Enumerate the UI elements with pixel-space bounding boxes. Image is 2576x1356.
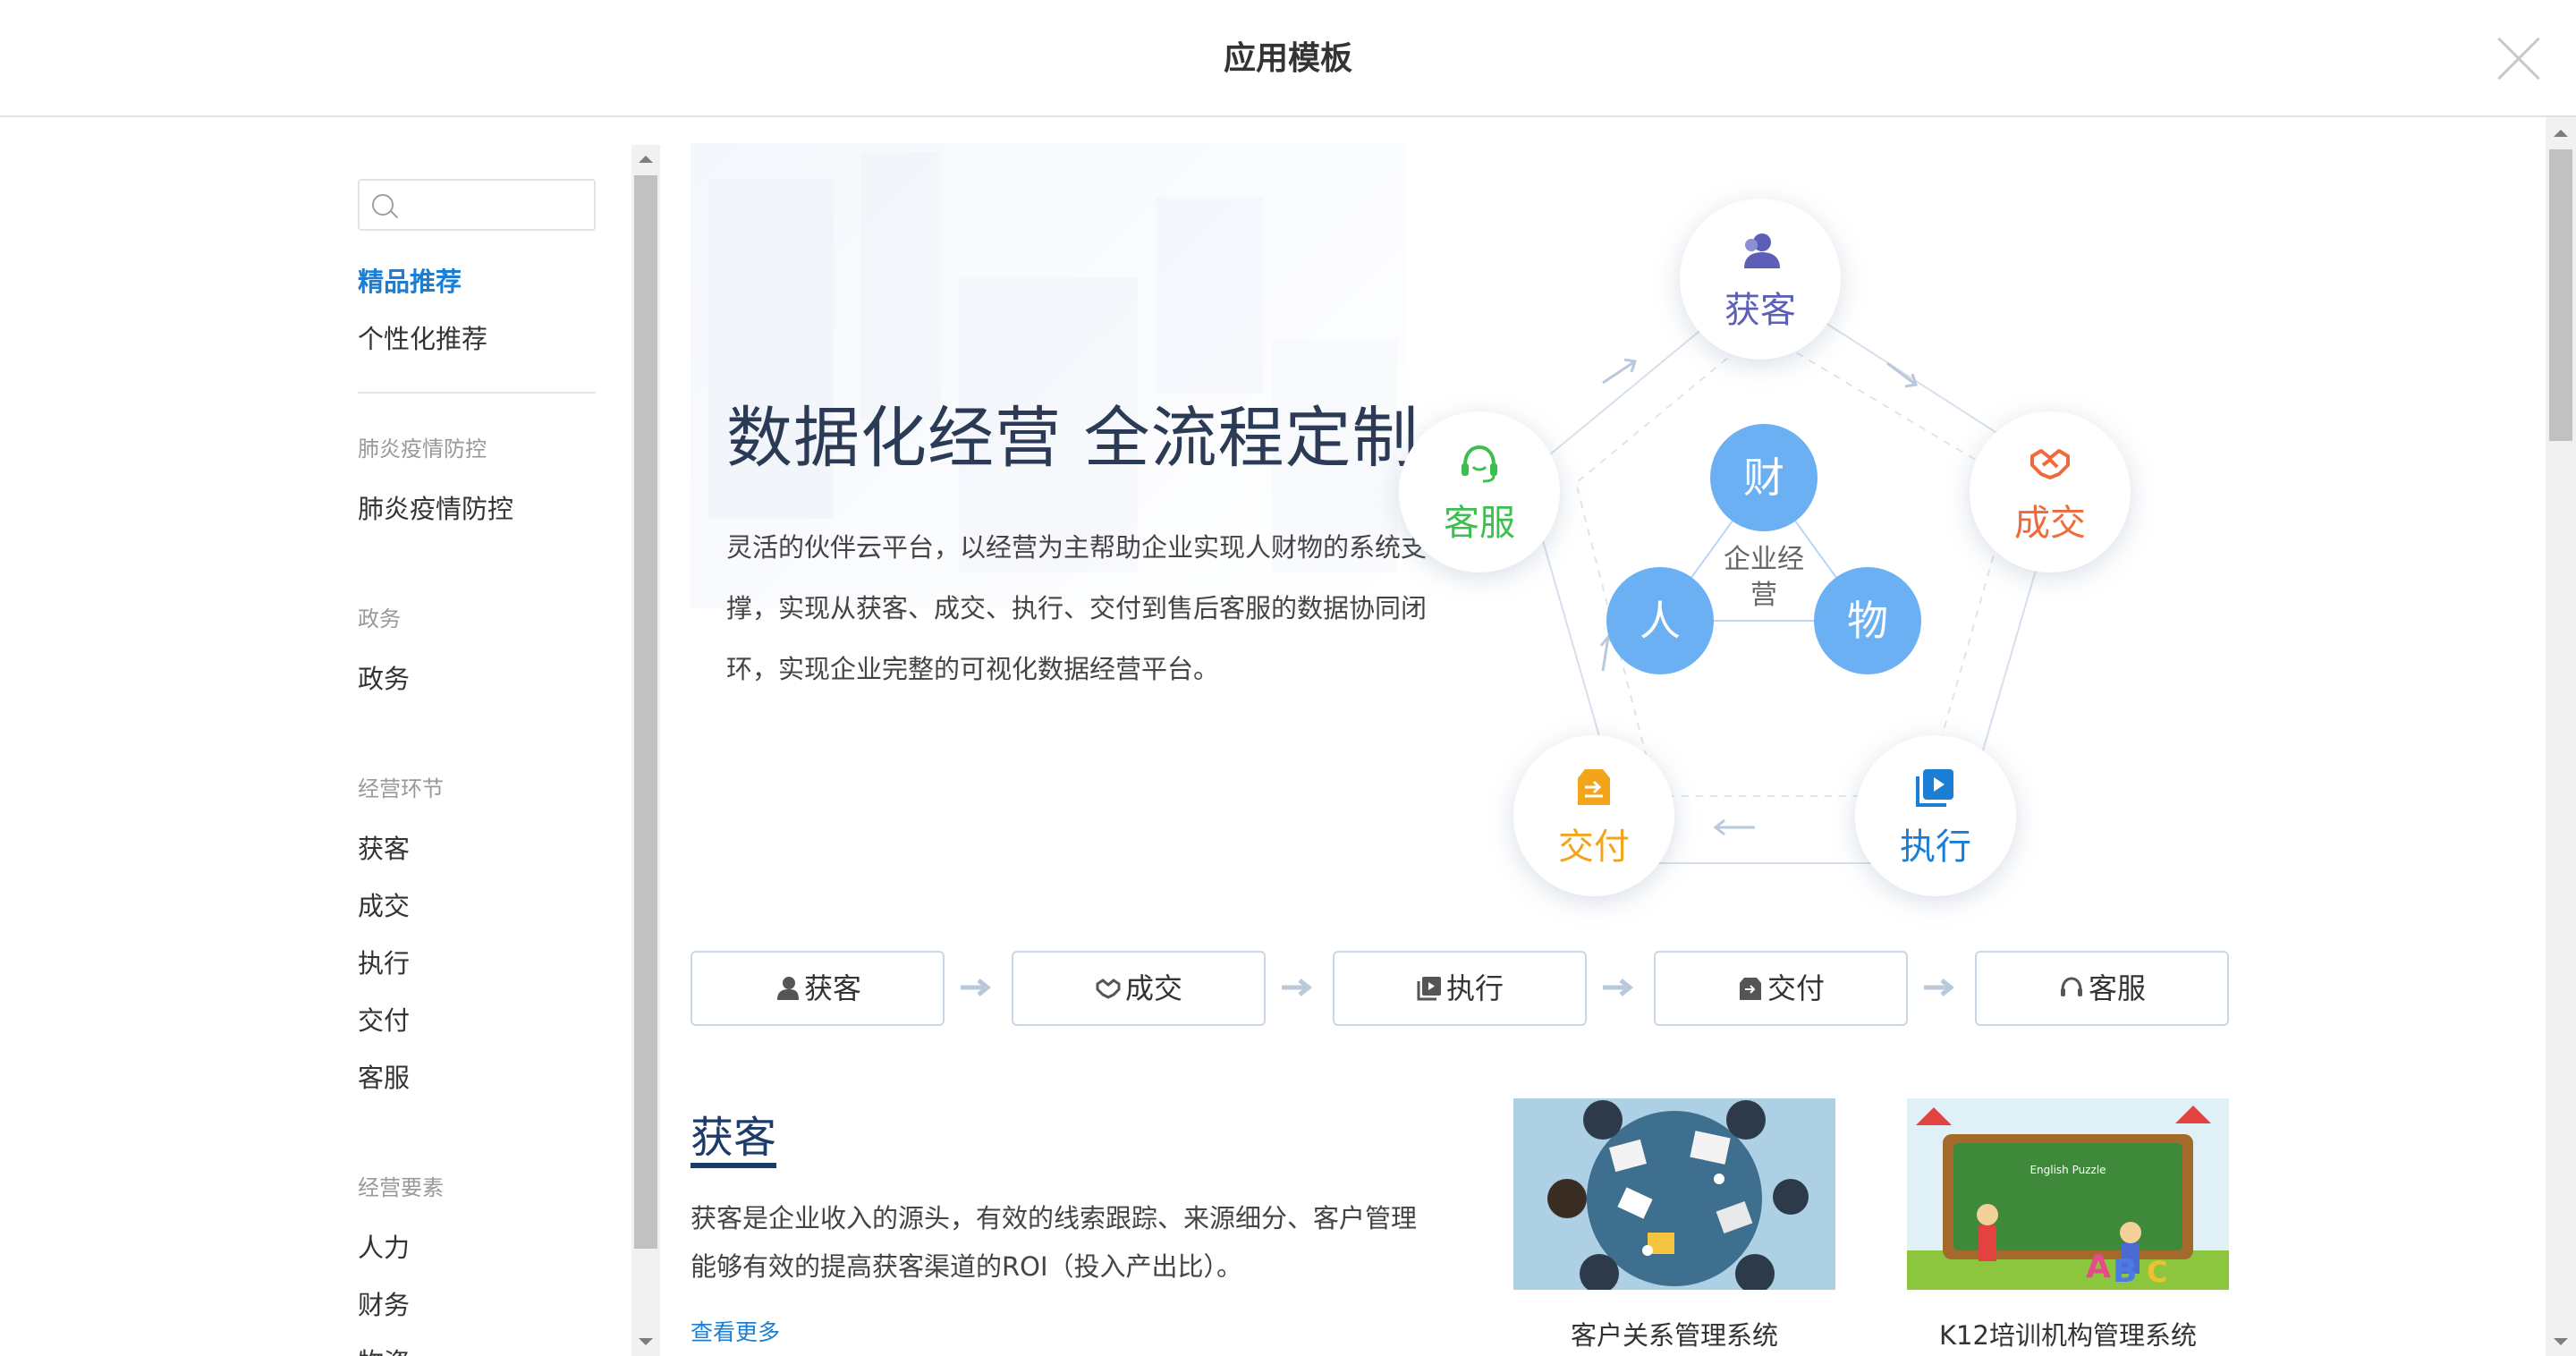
k12-image-text: English Puzzle (2029, 1164, 2106, 1176)
cycle-label: 执行 (1900, 826, 1971, 868)
box-icon (1739, 978, 1761, 1000)
sidebar-scrollbar[interactable] (631, 145, 660, 1356)
step-label: 获客 (803, 971, 861, 1005)
sidebar-item-finance[interactable]: 财务 (358, 1284, 410, 1322)
svg-text:A: A (2086, 1249, 2111, 1285)
search-input[interactable] (402, 188, 581, 224)
scroll-down-arrow-icon[interactable] (2554, 1338, 2568, 1345)
dialog-title: 应用模板 (1223, 40, 1352, 77)
headset-icon (1462, 445, 1497, 483)
scroll-up-arrow-icon[interactable] (2554, 130, 2568, 137)
cycle-label: 获客 (1724, 290, 1796, 331)
handshake-icon (1096, 979, 1121, 999)
scroll-up-arrow-icon[interactable] (639, 156, 653, 163)
dialog-header: 应用模板 (0, 0, 2576, 117)
section-title: 获客 (691, 1113, 777, 1163)
handshake-icon (2030, 449, 2070, 479)
core-finance: 财 (1710, 424, 1818, 531)
scrollbar-thumb[interactable] (634, 175, 657, 1249)
sidebar-item-deliver[interactable]: 交付 (358, 1000, 410, 1038)
section-description: 获客是企业收入的源头，有效的线索跟踪、来源细分、客户管理能够有效的提高获客渠道的… (691, 1203, 1418, 1282)
cycle-node-execute: 执行 (1855, 735, 2016, 896)
sidebar-item-acquire[interactable]: 获客 (358, 828, 410, 866)
search-box[interactable] (358, 179, 596, 231)
crm-illustration (1513, 1098, 1835, 1290)
k12-card-name[interactable]: K12培训机构管理系统 (1907, 1315, 2229, 1352)
cycle-node-deal: 成交 (1970, 411, 2131, 572)
sidebar-item-service[interactable]: 客服 (358, 1057, 410, 1095)
cycle-node-deliver: 交付 (1513, 735, 1674, 896)
see-more-link[interactable]: 查看更多 (691, 1315, 780, 1347)
step-label: 执行 (1445, 971, 1504, 1005)
sidebar-item-hr[interactable]: 人力 (358, 1227, 410, 1265)
play-icon (1916, 769, 1953, 807)
k12-illustration: English Puzzle A B C (1907, 1098, 2229, 1290)
cycle-node-service: 客服 (1399, 411, 1560, 572)
page-scrollbar[interactable] (2546, 117, 2576, 1356)
core-materials: 物 (1814, 567, 1921, 674)
sidebar-group-heading: 政务 (358, 606, 401, 631)
cycle-label: 客服 (1444, 503, 1515, 544)
user-icon (776, 977, 799, 1000)
sidebar-group-heading: 肺炎疫情防控 (358, 436, 487, 462)
cycle-label: 成交 (2014, 503, 2086, 544)
sidebar-divider (358, 392, 596, 394)
step-acquire[interactable]: 获客 (691, 951, 945, 1026)
cycle-node-acquire: 获客 (1680, 199, 1841, 360)
sidebar-item-epidemic[interactable]: 肺炎疫情防控 (358, 488, 513, 526)
hero-banner: 数据化经营 全流程定制 灵活的伙伴云平台，以经营为主帮助企业实现人财物的系统支撑… (691, 143, 2247, 930)
crm-card-name[interactable]: 客户关系管理系统 (1513, 1315, 1835, 1352)
headset-icon (2060, 977, 2082, 996)
step-label: 成交 (1124, 971, 1182, 1005)
step-deal[interactable]: 成交 (1012, 951, 1266, 1026)
search-icon (372, 194, 394, 216)
svg-text:B: B (2113, 1253, 2137, 1290)
sidebar-item-personalized[interactable]: 个性化推荐 (358, 318, 487, 356)
core-people: 人 (1606, 567, 1714, 674)
play-icon (1417, 977, 1441, 1001)
business-cycle-diagram: 获客 成交 执行 交付 客服 财 人 物 企业经营 (1399, 143, 2247, 930)
step-arrow-icon (961, 979, 992, 996)
sidebar-item-featured[interactable]: 精品推荐 (358, 261, 462, 299)
step-arrow-icon (1924, 979, 1955, 996)
step-execute[interactable]: 执行 (1333, 951, 1587, 1026)
step-deliver[interactable]: 交付 (1654, 951, 1908, 1026)
core-center-label: 企业经营 (1724, 544, 1804, 611)
svg-text:C: C (2147, 1255, 2167, 1289)
step-label: 客服 (2088, 971, 2146, 1005)
user-icon (1744, 233, 1780, 268)
step-label: 交付 (1767, 971, 1825, 1005)
close-icon[interactable] (2496, 36, 2542, 82)
k12-card-image[interactable]: English Puzzle A B C (1907, 1098, 2229, 1290)
sidebar-group-heading: 经营环节 (358, 776, 444, 801)
sidebar-item-deal[interactable]: 成交 (358, 886, 410, 923)
sidebar-item-government[interactable]: 政务 (358, 658, 410, 696)
sidebar-item-materials[interactable]: 物资 (358, 1342, 410, 1356)
hero-title: 数据化经营 全流程定制 (726, 400, 1419, 477)
scroll-down-arrow-icon[interactable] (639, 1338, 653, 1345)
step-service[interactable]: 客服 (1975, 951, 2229, 1026)
step-arrow-icon (1603, 979, 1634, 996)
scrollbar-thumb[interactable] (2549, 149, 2572, 441)
box-icon (1578, 769, 1610, 805)
step-arrow-icon (1282, 979, 1313, 996)
sidebar-item-execute[interactable]: 执行 (358, 943, 410, 980)
cycle-label: 交付 (1558, 826, 1630, 868)
crm-card-image[interactable] (1513, 1098, 1835, 1290)
hero-description: 灵活的伙伴云平台，以经营为主帮助企业实现人财物的系统支撑，实现从获客、成交、执行… (726, 532, 1428, 684)
sidebar-group-heading: 经营要素 (358, 1175, 444, 1200)
section-title-underline (691, 1163, 776, 1168)
